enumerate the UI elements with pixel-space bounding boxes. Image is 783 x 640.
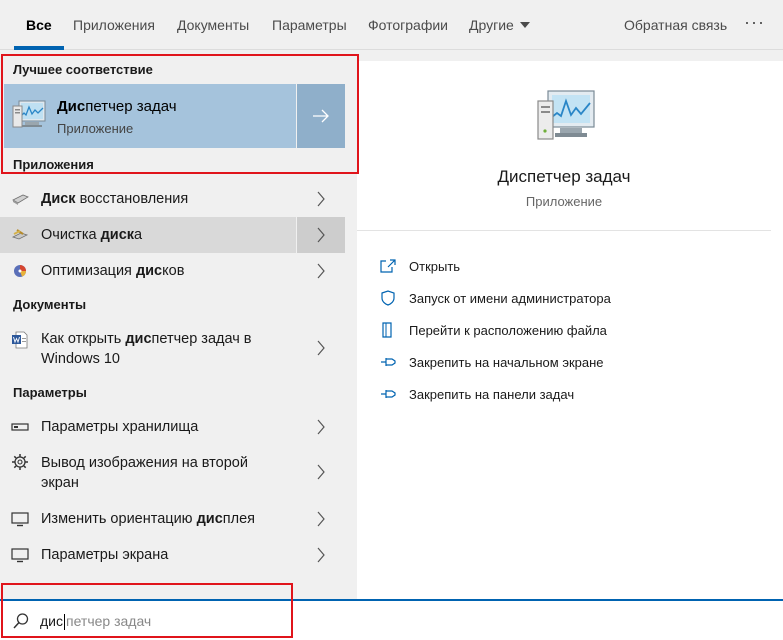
result-main[interactable]: Диск восстановления <box>0 181 296 217</box>
setting-result-display[interactable]: Параметры экрана <box>0 537 345 573</box>
result-expand-button[interactable] <box>297 323 345 373</box>
chevron-down-icon <box>519 22 530 29</box>
monitor-icon <box>11 512 29 527</box>
action-label: Закрепить на панели задач <box>409 386 575 402</box>
action-pin-to-taskbar[interactable]: Закрепить на панели задач <box>379 383 574 405</box>
action-label: Открыть <box>409 258 461 274</box>
chevron-right-icon <box>317 227 325 243</box>
tab-apps[interactable]: Приложения <box>73 0 155 50</box>
best-match-open-button[interactable] <box>297 84 345 148</box>
setting-result-storage[interactable]: Параметры хранилища <box>0 409 345 445</box>
result-expand-button[interactable] <box>297 217 345 253</box>
word-document-icon <box>12 331 28 349</box>
search-input[interactable]: дис петчер задач <box>40 613 152 631</box>
tab-settings[interactable]: Параметры <box>272 0 347 50</box>
app-result-defrag[interactable]: Оптимизация дисков <box>0 253 345 289</box>
action-label: Перейти к расположению файла <box>409 322 607 338</box>
result-main[interactable]: Параметры хранилища <box>0 409 296 445</box>
section-apps: Приложения <box>13 157 94 172</box>
pin-icon <box>381 390 396 398</box>
gear-icon <box>12 454 28 470</box>
result-expand-button[interactable] <box>297 253 345 289</box>
chevron-right-icon <box>317 340 325 356</box>
disk-cleanup-icon <box>11 229 29 240</box>
setting-result-second-screen[interactable]: Вывод изображения на второй экран <box>0 447 345 497</box>
action-open[interactable]: Открыть <box>379 255 460 277</box>
action-run-as-admin[interactable]: Запуск от имени администратора <box>379 287 611 309</box>
chevron-right-icon <box>317 191 325 207</box>
pin-icon <box>381 358 396 366</box>
result-expand-button[interactable] <box>297 181 345 217</box>
section-best-match: Лучшее соответствие <box>13 62 153 77</box>
result-label: Параметры хранилища <box>41 419 199 435</box>
result-label: Изменить ориентацию дисплея <box>41 511 256 527</box>
result-expand-button[interactable] <box>297 537 345 573</box>
app-result-disk-cleanup[interactable]: Очистка диска <box>0 217 345 253</box>
result-main[interactable]: Очистка диска <box>0 217 296 253</box>
result-main[interactable]: Как открыть диспетчер задач в Windows 10 <box>0 323 296 373</box>
task-manager-icon <box>12 100 46 128</box>
result-main[interactable]: Параметры экрана <box>0 537 296 573</box>
result-label: Оптимизация дисков <box>41 263 185 279</box>
recovery-drive-icon <box>12 194 29 205</box>
feedback-link[interactable]: Обратная связь <box>624 0 727 50</box>
app-result-disk-recovery[interactable]: Диск восстановления <box>0 181 345 217</box>
result-label: Очистка диска <box>41 227 143 243</box>
tab-documents[interactable]: Документы <box>177 0 249 50</box>
chevron-right-icon <box>317 263 325 279</box>
section-documents: Документы <box>13 297 87 312</box>
best-match-title: Диспетчер задач <box>57 98 177 115</box>
action-open-file-location[interactable]: Перейти к расположению файла <box>379 319 607 341</box>
preview-title: Диспетчер задач <box>497 167 631 186</box>
tab-photos[interactable]: Фотографии <box>368 0 448 50</box>
chevron-right-icon <box>317 547 325 563</box>
file-location-icon <box>382 322 392 338</box>
scope-tab-bar: Все Приложения Документы Параметры Фотог… <box>0 0 783 50</box>
open-icon <box>380 259 396 273</box>
section-settings: Параметры <box>13 385 87 400</box>
tab-all[interactable]: Все <box>14 0 64 50</box>
preview-pane: Диспетчер задач Приложение Открыть Запус… <box>357 61 783 599</box>
best-match-subtitle: Приложение <box>57 121 134 136</box>
monitor-icon <box>11 548 29 563</box>
shield-icon <box>381 290 395 306</box>
preview-header: Диспетчер задач Приложение <box>357 61 771 231</box>
result-label: Диск восстановления <box>41 191 189 207</box>
result-expand-button[interactable] <box>297 409 345 445</box>
more-options-button[interactable]: ··· <box>744 0 765 50</box>
chevron-right-icon <box>317 419 325 435</box>
panel-gutter <box>345 51 357 599</box>
tab-more-label: Другие <box>469 17 514 33</box>
defragment-icon <box>14 265 26 277</box>
action-label: Запуск от имени администратора <box>409 290 611 306</box>
preview-subtitle: Приложение <box>525 194 603 209</box>
result-main[interactable]: Вывод изображения на второй экран <box>0 447 296 497</box>
search-autocomplete-suggestion: петчер задач <box>66 613 152 629</box>
action-pin-to-start[interactable]: Закрепить на начальном экране <box>379 351 604 373</box>
search-typed-text: дис <box>40 613 63 629</box>
best-match-item[interactable]: Диспетчер задач Приложение <box>4 84 296 148</box>
chevron-right-icon <box>317 464 325 480</box>
action-label: Закрепить на начальном экране <box>409 354 604 370</box>
tab-more-dropdown[interactable]: Другие <box>469 0 530 50</box>
result-label: Как открыть диспетчер задач в Windows 10 <box>41 331 252 367</box>
document-result[interactable]: Как открыть диспетчер задач в Windows 10 <box>0 323 345 373</box>
chevron-right-icon <box>317 511 325 527</box>
setting-result-orientation[interactable]: Изменить ориентацию дисплея <box>0 501 345 537</box>
result-label: Параметры экрана <box>41 547 169 563</box>
storage-icon <box>11 423 29 431</box>
result-main[interactable]: Изменить ориентацию дисплея <box>0 501 296 537</box>
result-expand-button[interactable] <box>297 501 345 537</box>
result-expand-button[interactable] <box>297 447 345 497</box>
search-box[interactable]: дис петчер задач <box>0 599 783 640</box>
results-panel: Лучшее соответствие Диспетчер задач Прил… <box>0 51 345 599</box>
task-manager-icon <box>537 90 595 140</box>
search-icon <box>13 613 29 629</box>
result-label: Вывод изображения на второй экран <box>41 455 248 491</box>
text-cursor <box>64 614 65 631</box>
result-main[interactable]: Оптимизация дисков <box>0 253 296 289</box>
arrow-right-icon <box>313 109 329 123</box>
